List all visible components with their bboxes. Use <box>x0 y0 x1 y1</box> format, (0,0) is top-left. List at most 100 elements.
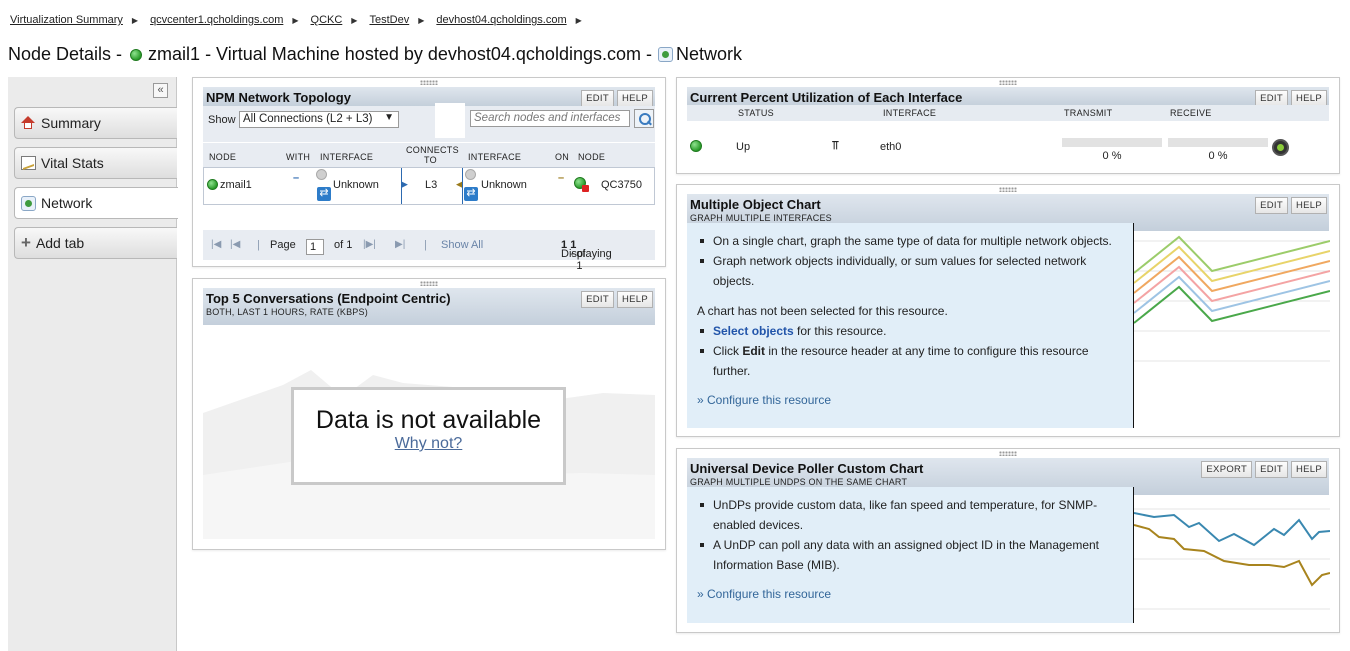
col-node: NODE <box>209 152 237 162</box>
help-button[interactable]: HELP <box>1290 197 1327 214</box>
swap-arrows-icon: ⇄ <box>317 187 331 201</box>
col-interface: INTERFACE <box>320 152 374 162</box>
blank-area <box>435 103 465 138</box>
configure-resource-link[interactable]: » Configure this resource <box>697 390 1125 410</box>
connection-filter-select[interactable]: All Connections (L2 + L3) ▼ <box>239 111 399 128</box>
page-number-input[interactable]: 1 <box>306 239 324 255</box>
page-label: Page <box>270 239 296 251</box>
row-interface: Unknown <box>333 179 379 191</box>
prev-page-icon[interactable]: |◀ <box>230 239 240 250</box>
breadcrumb-host[interactable]: devhost04.qcholdings.com <box>436 14 566 26</box>
preview-line <box>1134 512 1330 547</box>
topology-panel: NPM Network Topology EDIT HELP Show All … <box>192 77 666 272</box>
drag-handle[interactable] <box>420 80 438 85</box>
drag-handle[interactable] <box>420 281 438 286</box>
home-icon <box>21 116 36 130</box>
col-connects: CONNECTS <box>406 145 459 155</box>
chevron-right-icon: ▶ <box>351 15 358 25</box>
select-objects-link[interactable]: Select objects <box>713 324 794 338</box>
chevron-down-icon: ▼ <box>384 112 394 123</box>
udp-chart-info: UnDPs provide custom data, like fan spee… <box>687 487 1133 623</box>
first-page-icon[interactable]: |◀ <box>211 239 221 250</box>
alert-badge-icon <box>582 185 589 192</box>
help-button[interactable]: HELP <box>616 90 653 107</box>
network-icon <box>21 195 36 211</box>
status-up-icon <box>690 140 702 152</box>
col-on: ON <box>555 152 570 162</box>
row-node2[interactable]: QC3750 <box>601 179 642 191</box>
edit-button[interactable]: EDIT <box>1255 461 1288 478</box>
breadcrumb-vcenter[interactable]: qcvcenter1.qcholdings.com <box>150 14 283 26</box>
row-node[interactable]: zmail1 <box>220 179 252 191</box>
chevron-right-icon: ▶ <box>292 15 299 25</box>
edit-button[interactable]: EDIT <box>581 291 614 308</box>
show-all-link[interactable]: Show All <box>441 239 483 251</box>
table-row: zmail1 – ⇄ Unknown ▶ L3 ◀ ⇄ Unknown – QC… <box>203 167 655 205</box>
edit-button[interactable]: EDIT <box>581 90 614 107</box>
click-rest: in the resource header at any time to co… <box>713 344 1089 378</box>
breadcrumb: Virtualization Summary ▶ qcvcenter1.qchol… <box>10 12 594 28</box>
drag-handle[interactable] <box>999 451 1017 456</box>
search-input[interactable]: Search nodes and interfaces <box>470 110 630 127</box>
drag-handle[interactable] <box>999 80 1017 85</box>
col-transmit: TRANSMIT <box>1064 108 1113 118</box>
tab-add[interactable]: + Add tab <box>14 227 177 259</box>
no-data-dialog: Data is not available Why not? <box>291 387 566 485</box>
list-item: Click Edit in the resource header at any… <box>700 341 1125 381</box>
last-page-icon[interactable]: ▶| <box>395 239 405 250</box>
topology-body: Show All Connections (L2 + L3) ▼ Search … <box>203 103 655 272</box>
next-page-icon[interactable]: |▶| <box>363 239 376 250</box>
interface-unknown-icon <box>465 169 476 180</box>
status-up-icon <box>130 48 143 61</box>
export-button[interactable]: EXPORT <box>1201 461 1253 478</box>
connection-filter-value: All Connections (L2 + L3) <box>243 113 373 125</box>
breadcrumb-cluster[interactable]: TestDev <box>369 14 409 26</box>
list-item: Select objects for this resource. <box>700 321 1125 341</box>
col-node2: NODE <box>578 152 606 162</box>
breadcrumb-datacenter[interactable]: QCKC <box>311 14 343 26</box>
col-interface2: INTERFACE <box>468 152 522 162</box>
help-button[interactable]: HELP <box>616 291 653 308</box>
tab-network[interactable]: Network <box>14 187 178 219</box>
utilization-title: Current Percent Utilization of Each Inte… <box>690 90 963 105</box>
why-not-link[interactable]: Why not? <box>294 435 563 453</box>
col-receive: RECEIVE <box>1170 108 1212 118</box>
pager: |◀ |◀ | Page 1 of 1 |▶| ▶| | Show All Di… <box>203 230 655 272</box>
edit-button[interactable]: EDIT <box>1255 197 1288 214</box>
list-item: UnDPs provide custom data, like fan spee… <box>700 495 1125 535</box>
conversations-panel: Top 5 Conversations (Endpoint Centric) B… <box>192 278 666 550</box>
tab-network-label: Network <box>41 195 93 211</box>
multi-chart-panel: Multiple Object Chart GRAPH MULTIPLE INT… <box>676 184 1340 437</box>
udp-chart-panel: Universal Device Poller Custom Chart GRA… <box>676 448 1340 633</box>
not-selected-text: A chart has not been selected for this r… <box>697 304 948 318</box>
utilization-header: Current Percent Utilization of Each Inte… <box>687 87 1329 107</box>
divider <box>462 168 463 204</box>
search-icon[interactable] <box>634 109 654 128</box>
chevron-right-icon: ▶ <box>418 15 425 25</box>
topology-column-headers: NODE WITH INTERFACE CONNECTS TO INTERFAC… <box>203 142 655 167</box>
plus-icon: + <box>21 233 31 252</box>
multi-chart-preview <box>1134 235 1330 362</box>
table-row: Up ⫪ eth0 0 % 0 % <box>687 125 1329 162</box>
tab-summary[interactable]: Summary <box>14 107 177 139</box>
page-title: Node Details - zmail1 - Virtual Machine … <box>8 44 742 65</box>
interface-unknown-icon <box>316 169 327 180</box>
col-interface: INTERFACE <box>883 108 937 118</box>
status-up-icon <box>207 179 218 190</box>
conversations-subtitle: BOTH, LAST 1 HOURS, RATE (KBPS) <box>206 307 368 317</box>
row-interface2: Unknown <box>481 179 527 191</box>
help-button[interactable]: HELP <box>1290 461 1327 478</box>
col-with: WITH <box>286 152 311 162</box>
tab-vital-stats-label: Vital Stats <box>41 155 104 171</box>
list-item: Graph network objects individually, or s… <box>700 251 1125 291</box>
multi-chart-title: Multiple Object Chart <box>690 197 821 212</box>
row-status: Up <box>736 141 751 153</box>
collapse-tabs-button[interactable]: « <box>153 83 168 98</box>
edit-word: Edit <box>742 344 766 358</box>
tab-vital-stats[interactable]: Vital Stats <box>14 147 177 179</box>
breadcrumb-virtualization-summary[interactable]: Virtualization Summary <box>10 14 123 26</box>
configure-resource-link[interactable]: » Configure this resource <box>697 584 1125 604</box>
gauge-icon[interactable] <box>1272 139 1289 156</box>
drag-handle[interactable] <box>999 187 1017 192</box>
row-interface[interactable]: eth0 <box>880 141 901 153</box>
